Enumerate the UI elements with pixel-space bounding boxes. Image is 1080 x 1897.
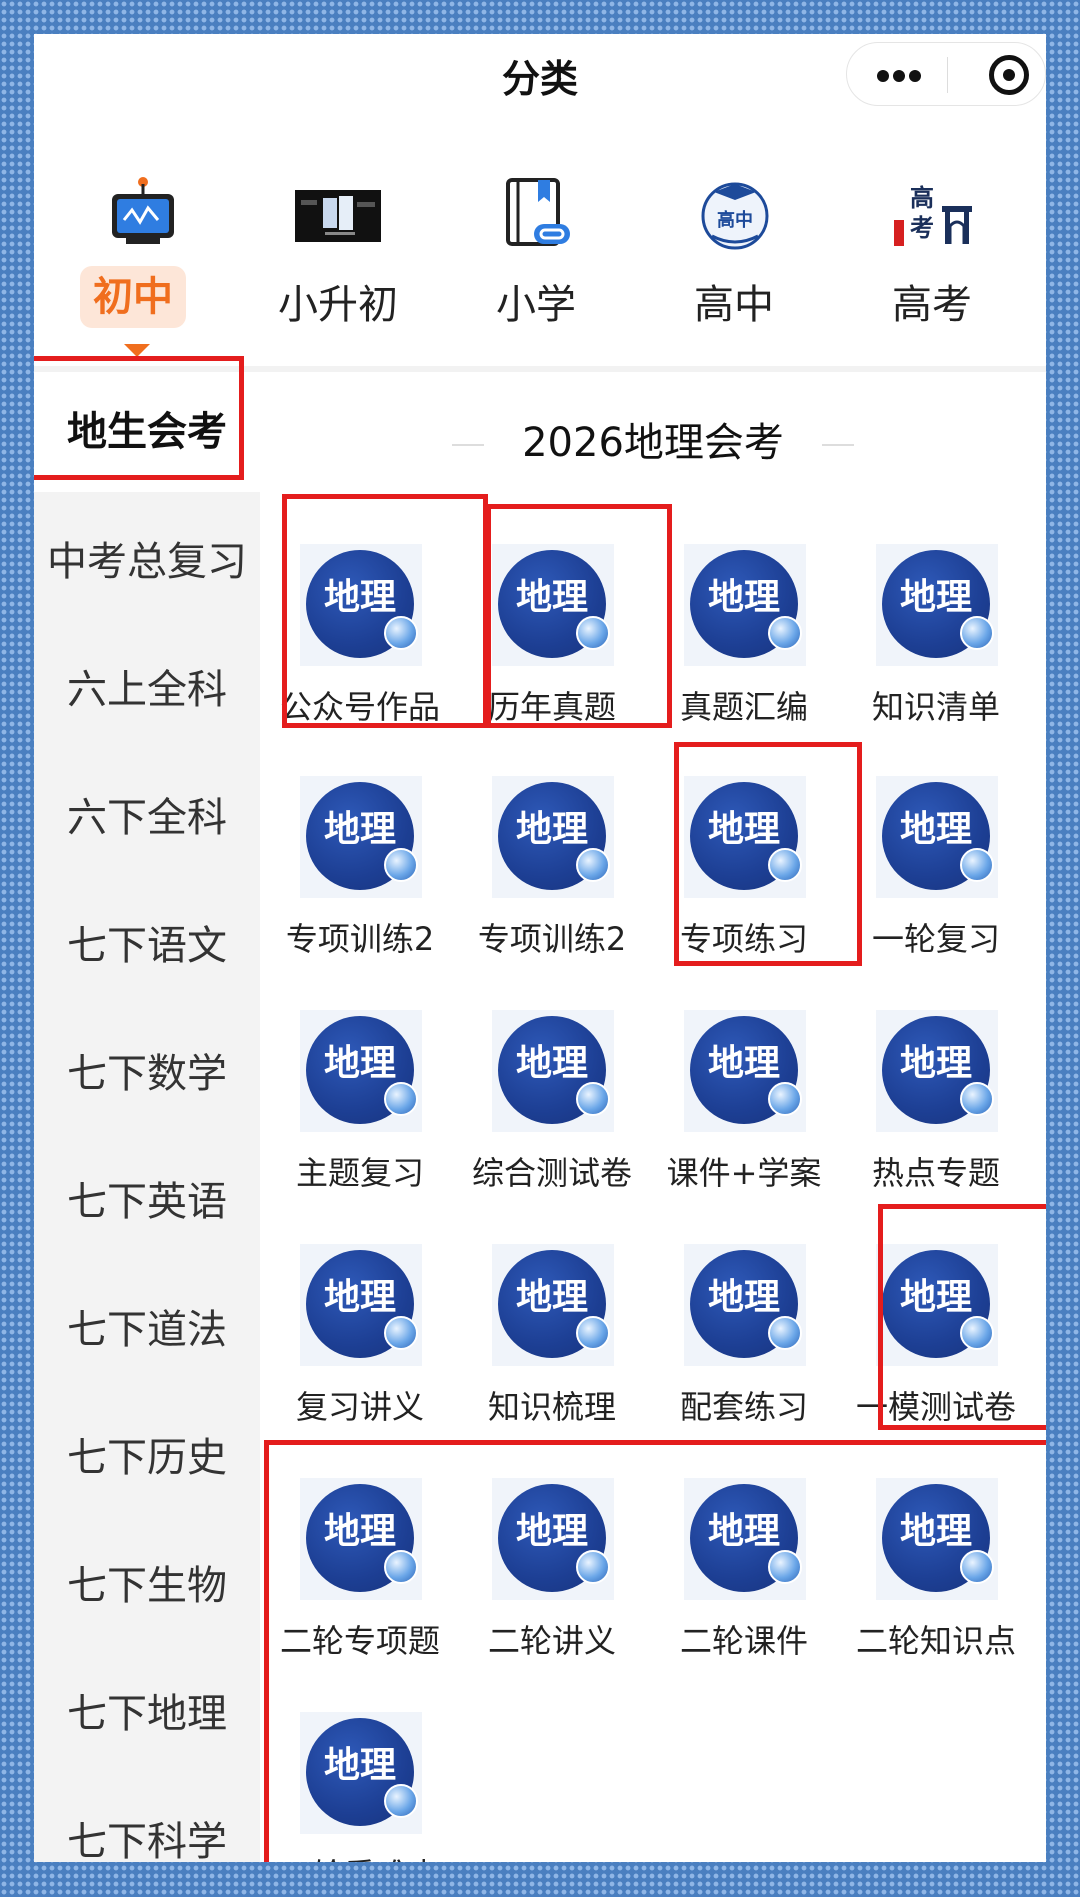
annotation-box: [282, 494, 488, 728]
geography-icon: 地理: [300, 1010, 422, 1132]
sidebar-item-qixia-daofa[interactable]: 七下道法: [34, 1270, 260, 1390]
tab-label: 高中: [694, 282, 774, 328]
grid-item[interactable]: 地理 配套练习: [648, 1244, 840, 1444]
sidebar-item-qixia-shuxue[interactable]: 七下数学: [34, 1014, 260, 1134]
target-close-icon: [989, 55, 1029, 95]
book-link-icon: [506, 178, 570, 246]
tab-gaozhong[interactable]: 高中 高中: [634, 116, 834, 356]
grid-item[interactable]: 地理 知识梳理: [456, 1244, 648, 1444]
tab-label: 小升初: [278, 282, 398, 328]
grid-item[interactable]: 地理 综合测试卷: [456, 1010, 648, 1210]
more-dots-icon: [877, 70, 889, 82]
annotation-box: [486, 504, 672, 728]
grid-item-label: 热点专题: [871, 1154, 1000, 1192]
sidebar-item-qixia-shengwu[interactable]: 七下生物: [34, 1526, 260, 1646]
title-divider-left: [452, 444, 485, 446]
geography-icon: 地理: [492, 1010, 614, 1132]
grid-item-label: 专项训练2: [285, 920, 435, 958]
grid-item-label: 课件+学案: [666, 1154, 822, 1192]
more-dots-icon-2: [893, 70, 905, 82]
geography-icon: 地理: [684, 1244, 806, 1366]
graduation-cap-badge-icon: 高中: [701, 182, 769, 250]
more-dots-icon-3: [909, 70, 921, 82]
section-title: 2026地理会考: [260, 410, 1046, 468]
close-target-button[interactable]: [947, 43, 1046, 107]
gaokao-gate-icon: 高 考: [894, 184, 972, 246]
top-category-tabs: 初中 小升初 小学 高中 高中 高 考 高考: [34, 116, 1046, 372]
geography-icon: 地理: [300, 1244, 422, 1366]
grid-item-label: 配套练习: [679, 1388, 808, 1426]
grid-item[interactable]: 地理 知识清单: [840, 544, 1032, 744]
sidebar-item-liushang-quanke[interactable]: 六上全科: [34, 630, 260, 750]
sidebar-item-liuxia-quanke[interactable]: 六下全科: [34, 758, 260, 878]
subject-sidebar: 地生会考 中考总复习 六上全科 六下全科 七下语文 七下数学 七下英语 七下道法…: [34, 372, 260, 1862]
sidebar-item-qixia-kexue[interactable]: 七下科学: [34, 1782, 260, 1862]
tab-xiaoxue[interactable]: 小学: [436, 116, 636, 356]
blackboard-icon: [112, 177, 174, 244]
geography-icon: 地理: [876, 1010, 998, 1132]
grid-item-label: 知识清单: [871, 688, 1000, 726]
sidebar-item-qixia-dili[interactable]: 七下地理: [34, 1654, 260, 1774]
sidebar-item-qixia-yingyu[interactable]: 七下英语: [34, 1142, 260, 1262]
geography-icon: 地理: [876, 544, 998, 666]
geography-icon: 地理: [876, 776, 998, 898]
grid-item-label: 知识梳理: [487, 1388, 616, 1426]
grid-item[interactable]: 地理 复习讲义: [264, 1244, 456, 1444]
grid-item[interactable]: 地理 一轮复习: [840, 776, 1032, 976]
tab-xiaoshengchu[interactable]: 小升初: [238, 116, 438, 356]
sidebar-item-zhongkao-zongfuxi[interactable]: 中考总复习: [34, 502, 260, 622]
more-menu-button[interactable]: [847, 43, 947, 107]
svg-text:考: 考: [910, 214, 934, 242]
mini-program-capsule: [846, 42, 1046, 106]
nav-header: 分类: [34, 34, 1046, 116]
annotation-box: [264, 1440, 1046, 1862]
annotation-box: [878, 1204, 1046, 1430]
phone-screen: 分类 初中 小升初 小学 高中 高中 高 考 高考 地生会考 中考总复习 六上全…: [34, 34, 1046, 1862]
geography-icon: 地理: [684, 544, 806, 666]
grid-item-label: 专项训练2: [477, 920, 627, 958]
geography-icon: 地理: [684, 1010, 806, 1132]
geography-icon: 地理: [492, 1244, 614, 1366]
grid-item[interactable]: 地理 真题汇编: [648, 544, 840, 744]
title-divider-right: [821, 444, 854, 446]
grid-item[interactable]: 地理 主题复习: [264, 1010, 456, 1210]
svg-text:高中: 高中: [717, 209, 753, 231]
grid-item[interactable]: 地理 课件+学案: [648, 1010, 840, 1210]
svg-text:高: 高: [910, 184, 934, 212]
tab-gaokao[interactable]: 高 考 高考: [832, 116, 1032, 356]
grid-item[interactable]: 地理 专项训练2: [264, 776, 456, 976]
sidebar-item-qixia-yuwen[interactable]: 七下语文: [34, 886, 260, 1006]
grid-item-label: 综合测试卷: [471, 1154, 632, 1192]
tab-label: 高考: [892, 282, 972, 328]
geography-icon: 地理: [492, 776, 614, 898]
geography-icon: 地理: [300, 776, 422, 898]
grid-item-label: 复习讲义: [295, 1388, 424, 1426]
annotation-box: [674, 742, 862, 966]
tab-label: 小学: [496, 282, 576, 328]
grid-item-label: 主题复习: [295, 1154, 424, 1192]
banner-image-icon: [295, 190, 381, 242]
annotation-box: [34, 356, 244, 480]
grid-item[interactable]: 地理 专项训练2: [456, 776, 648, 976]
tab-chuzhong[interactable]: 初中: [42, 116, 242, 357]
tab-label: 初中: [80, 266, 186, 328]
section-title-text: 2026地理会考: [522, 420, 784, 466]
grid-item[interactable]: 地理 热点专题: [840, 1010, 1032, 1210]
sidebar-item-qixia-lishi[interactable]: 七下历史: [34, 1398, 260, 1518]
